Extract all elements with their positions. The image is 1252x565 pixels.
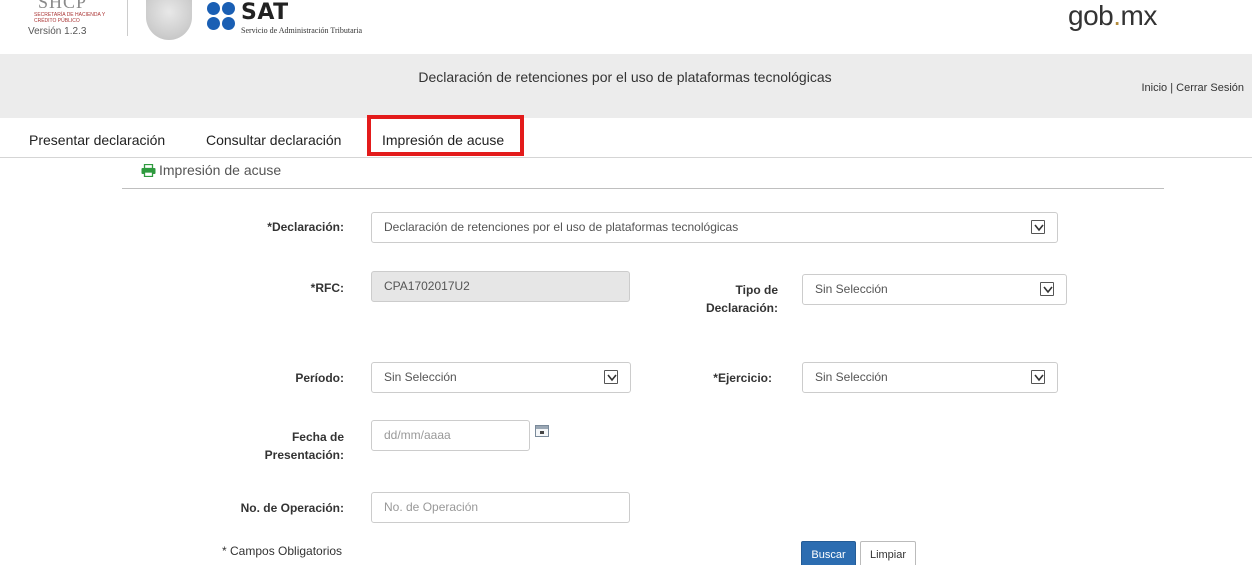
fecha-presentacion-input[interactable]: dd/mm/aaaa (371, 420, 530, 451)
session-separator: | (1167, 82, 1177, 94)
gobmx-logo[interactable]: gob.mx (1068, 0, 1157, 32)
page-title: Declaración de retenciones por el uso de… (418, 69, 832, 85)
buscar-button[interactable]: Buscar (801, 541, 856, 565)
printer-icon (141, 163, 156, 180)
periodo-select[interactable]: Sin Selección (371, 362, 631, 393)
gobmx-dot: . (1113, 0, 1121, 31)
header-divider (127, 0, 128, 36)
rfc-field: CPA1702017U2 (371, 271, 630, 302)
site-header: SHCP SECRETARÍA DE HACIENDA Y CRÉDITO PÚ… (0, 0, 1252, 40)
fecha-label-line1: Fecha de (291, 430, 344, 444)
chevron-down-icon (604, 370, 618, 384)
operacion-input[interactable]: No. de Operación (371, 492, 630, 523)
operacion-placeholder: No. de Operación (384, 500, 479, 514)
nav-tabs: Presentar declaración Consultar declarac… (0, 120, 1252, 158)
session-links: Inicio | Cerrar Sesión (1141, 82, 1244, 94)
tipo-declaracion-value: Sin Selección (815, 282, 888, 296)
section-divider (122, 188, 1164, 189)
tipo-declaracion-label: Tipo de Declaración: (660, 281, 778, 317)
limpiar-button[interactable]: Limpiar (860, 541, 916, 565)
tipo-declaracion-label-line2: Declaración: (705, 301, 778, 315)
sat-logo: SAT Servicio de Administración Tributari… (207, 0, 407, 36)
inicio-link[interactable]: Inicio (1141, 82, 1167, 94)
calendar-icon[interactable] (535, 425, 549, 437)
shcp-logo-subtitle: SECRETARÍA DE HACIENDA Y CRÉDITO PÚBLICO (34, 12, 106, 24)
sat-subtitle: Servicio de Administración Tributaria (241, 26, 363, 35)
operacion-label: No. de Operación: (240, 501, 344, 515)
ejercicio-select[interactable]: Sin Selección (802, 362, 1058, 393)
active-tab-highlight (367, 115, 524, 156)
fecha-label-line2: Presentación: (264, 448, 344, 462)
tab-consultar-declaracion[interactable]: Consultar declaración (206, 132, 341, 148)
required-fields-note: * Campos Obligatorios (222, 544, 343, 558)
ejercicio-value: Sin Selección (815, 370, 888, 384)
chevron-down-icon (1031, 370, 1045, 384)
declaracion-select[interactable]: Declaración de retenciones por el uso de… (371, 212, 1058, 243)
sat-wordmark: SAT (241, 0, 289, 25)
ejercicio-label: *Ejercicio: (713, 371, 772, 385)
gobmx-prefix: gob (1068, 0, 1114, 31)
declaracion-label: *Declaración: (267, 220, 344, 234)
chevron-down-icon (1031, 220, 1045, 234)
national-seal-icon (146, 0, 192, 40)
section-heading: Impresión de acuse (141, 162, 281, 180)
rfc-label: *RFC: (310, 281, 344, 295)
periodo-value: Sin Selección (384, 370, 457, 384)
fecha-presentacion-label: Fecha de Presentación: (220, 428, 344, 464)
rfc-value: CPA1702017U2 (384, 279, 470, 293)
cerrar-sesion-link[interactable]: Cerrar Sesión (1176, 82, 1244, 94)
tipo-declaracion-label-line1: Tipo de (735, 283, 778, 297)
periodo-label: Período: (295, 371, 344, 385)
gobmx-suffix: mx (1120, 0, 1158, 31)
fecha-placeholder: dd/mm/aaaa (384, 428, 451, 442)
tab-presentar-declaracion[interactable]: Presentar declaración (29, 132, 165, 148)
tipo-declaracion-select[interactable]: Sin Selección (802, 274, 1067, 305)
chevron-down-icon (1040, 282, 1054, 296)
declaracion-value: Declaración de retenciones por el uso de… (384, 220, 739, 234)
section-title: Impresión de acuse (159, 162, 282, 178)
title-bar: Declaración de retenciones por el uso de… (0, 54, 1252, 118)
sat-dots-icon (207, 2, 237, 32)
version-label: Versión 1.2.3 (28, 26, 87, 37)
